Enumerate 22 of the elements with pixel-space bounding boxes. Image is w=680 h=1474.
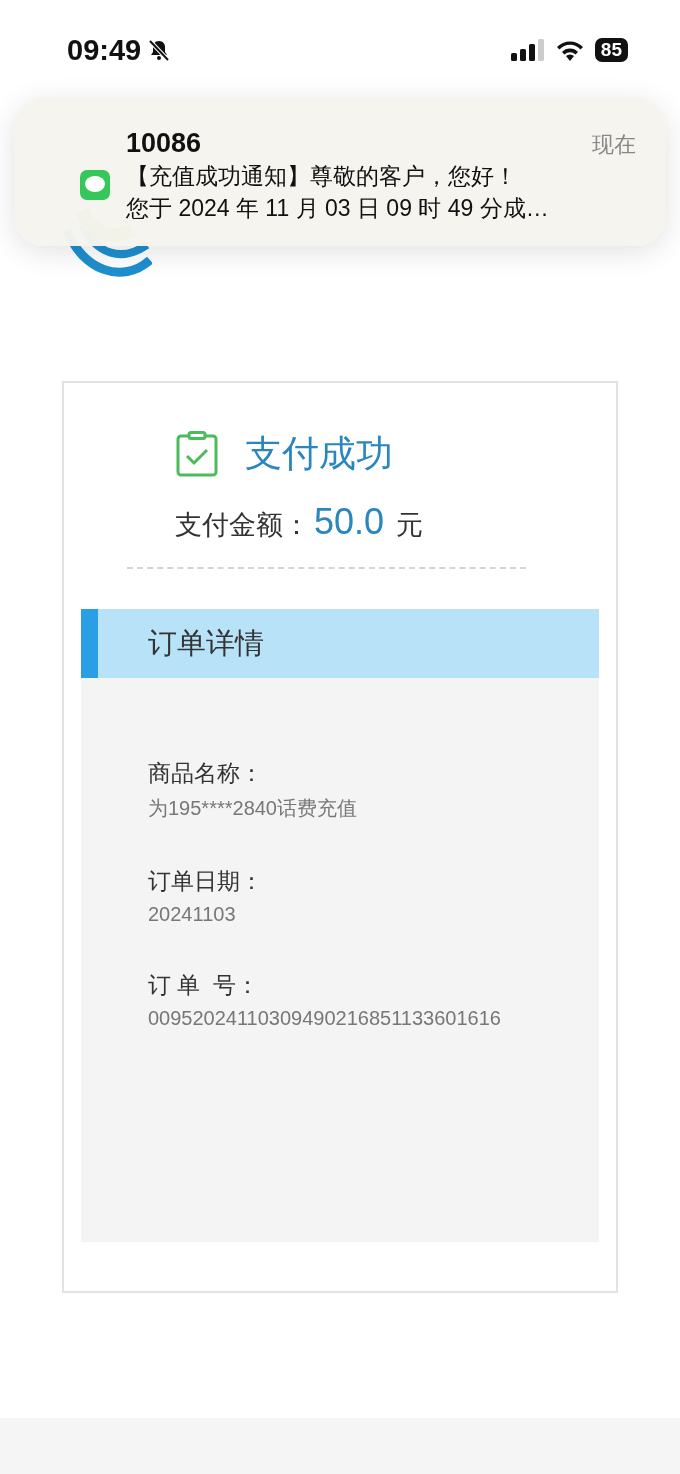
amount-label: 支付金额： [175,509,310,542]
cellular-signal-icon [510,39,545,61]
field-label: 商品名称： [148,759,263,788]
notification-text: 【充值成功通知】尊敬的客户，您好！ [126,162,518,191]
notification-banner[interactable]: 10086 现在 【充值成功通知】尊敬的客户，您好！ 您于 2024 年 11 月 03 日 09 时 49 分成… [14,98,666,246]
muted-bell-icon [147,38,172,62]
clipboard-check-icon [175,431,219,477]
message-bubble-icon [80,170,110,200]
notification-time: 现在 [592,131,636,159]
notification-sender: 10086 [126,128,202,159]
section-title: 订单详情 [148,625,264,661]
clock-time: 09:49 [67,33,142,67]
notification-text: 您于 2024 年 11 月 03 日 09 时 49 分成… [126,194,550,223]
field-value: 20241103 [148,903,236,926]
amount-value: 50.0 [314,501,385,543]
field-label: 订单日期： [148,867,263,896]
field-value: 00952024110309490216851133601616 [148,1007,501,1030]
payment-status: 支付成功 [245,432,393,476]
battery-level: 85 [594,38,628,62]
field-value: 为195****2840话费充值 [148,796,357,821]
currency-unit: 元 [396,509,424,542]
field-label: 订 单 号： [148,971,260,1000]
